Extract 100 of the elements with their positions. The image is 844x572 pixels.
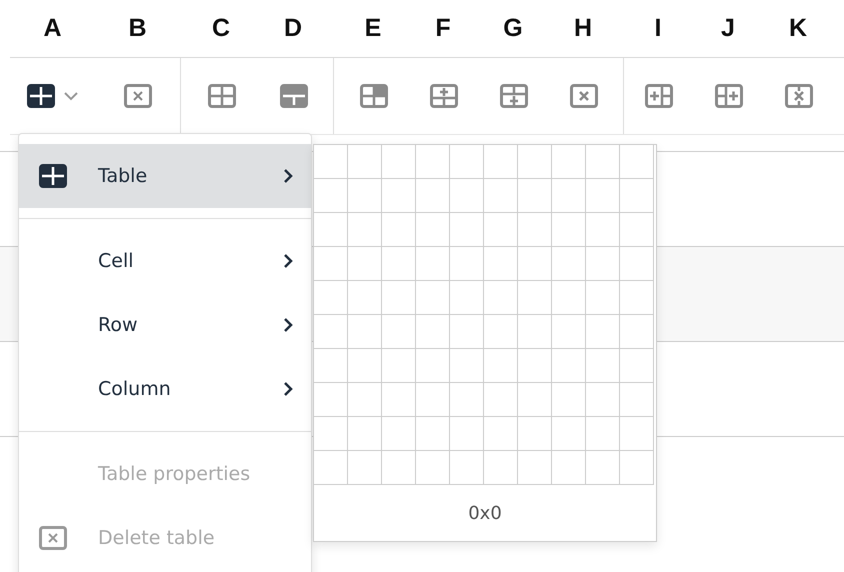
table-size-picker[interactable]: 0x0 (313, 144, 657, 542)
grid-cell[interactable] (552, 281, 586, 315)
grid-cell[interactable] (518, 315, 552, 349)
grid-cell[interactable] (416, 349, 450, 383)
grid-cell[interactable] (348, 383, 382, 417)
grid-cell[interactable] (586, 451, 620, 485)
grid-cell[interactable] (552, 247, 586, 281)
grid-cell[interactable] (620, 213, 654, 247)
grid-cell[interactable] (552, 417, 586, 451)
grid-cell[interactable] (586, 213, 620, 247)
grid-cell[interactable] (484, 383, 518, 417)
grid-cell[interactable] (416, 451, 450, 485)
grid-cell[interactable] (314, 247, 348, 281)
grid-cell[interactable] (314, 451, 348, 485)
grid-cell[interactable] (314, 349, 348, 383)
grid-cell[interactable] (382, 451, 416, 485)
grid-cell[interactable] (348, 281, 382, 315)
grid-cell[interactable] (450, 451, 484, 485)
grid-cell[interactable] (382, 179, 416, 213)
grid-cell[interactable] (484, 349, 518, 383)
grid-cell[interactable] (620, 349, 654, 383)
grid-cell[interactable] (620, 451, 654, 485)
grid-cell[interactable] (450, 315, 484, 349)
grid-cell[interactable] (552, 213, 586, 247)
grid-cell[interactable] (416, 247, 450, 281)
grid-cell[interactable] (586, 417, 620, 451)
grid-cell[interactable] (416, 145, 450, 179)
grid-cell[interactable] (620, 383, 654, 417)
grid-cell[interactable] (416, 315, 450, 349)
grid-cell[interactable] (314, 145, 348, 179)
grid-cell[interactable] (416, 179, 450, 213)
grid-cell[interactable] (450, 213, 484, 247)
grid-cell[interactable] (552, 383, 586, 417)
menu-item[interactable]: Row (19, 293, 311, 357)
grid-cell[interactable] (620, 281, 654, 315)
grid-cell[interactable] (518, 451, 552, 485)
grid-cell[interactable] (450, 247, 484, 281)
grid-cell[interactable] (518, 247, 552, 281)
grid-cell[interactable] (484, 247, 518, 281)
grid-cell[interactable] (382, 315, 416, 349)
grid-cell[interactable] (382, 145, 416, 179)
grid-cell[interactable] (348, 349, 382, 383)
grid-cell[interactable] (484, 315, 518, 349)
grid-cell[interactable] (450, 383, 484, 417)
grid-cell[interactable] (314, 417, 348, 451)
grid-cell[interactable] (484, 451, 518, 485)
grid-cell[interactable] (484, 213, 518, 247)
menu-item[interactable]: Table (19, 144, 311, 208)
grid-cell[interactable] (586, 349, 620, 383)
grid-cell[interactable] (382, 281, 416, 315)
grid-cell[interactable] (620, 179, 654, 213)
grid-cell[interactable] (382, 383, 416, 417)
grid-cell[interactable] (552, 145, 586, 179)
grid-cell[interactable] (450, 281, 484, 315)
grid-cell[interactable] (382, 417, 416, 451)
grid-cell[interactable] (348, 315, 382, 349)
grid-cell[interactable] (382, 349, 416, 383)
grid-cell[interactable] (450, 145, 484, 179)
grid-cell[interactable] (450, 417, 484, 451)
grid-cell[interactable] (620, 247, 654, 281)
grid-cell[interactable] (314, 315, 348, 349)
grid-cell[interactable] (586, 383, 620, 417)
grid-cell[interactable] (484, 179, 518, 213)
grid-cell[interactable] (416, 213, 450, 247)
grid-cell[interactable] (416, 383, 450, 417)
grid-cell[interactable] (348, 213, 382, 247)
grid-cell[interactable] (518, 179, 552, 213)
grid-cell[interactable] (552, 179, 586, 213)
grid-cell[interactable] (484, 145, 518, 179)
grid-cell[interactable] (314, 383, 348, 417)
grid-cell[interactable] (586, 247, 620, 281)
grid-cell[interactable] (586, 179, 620, 213)
grid-cell[interactable] (382, 213, 416, 247)
grid-cell[interactable] (348, 451, 382, 485)
grid-cell[interactable] (348, 145, 382, 179)
grid-cell[interactable] (620, 145, 654, 179)
grid-cell[interactable] (518, 145, 552, 179)
grid-cell[interactable] (586, 145, 620, 179)
grid-cell[interactable] (586, 281, 620, 315)
grid-cell[interactable] (518, 417, 552, 451)
grid-cell[interactable] (552, 315, 586, 349)
grid-cell[interactable] (518, 349, 552, 383)
grid-cell[interactable] (348, 417, 382, 451)
grid-cell[interactable] (620, 315, 654, 349)
grid-cell[interactable] (450, 349, 484, 383)
grid-cell[interactable] (416, 417, 450, 451)
grid-cell[interactable] (552, 349, 586, 383)
grid-cell[interactable] (382, 247, 416, 281)
grid-cell[interactable] (518, 383, 552, 417)
grid-cell[interactable] (620, 417, 654, 451)
grid-cell[interactable] (518, 213, 552, 247)
grid-cell[interactable] (518, 281, 552, 315)
menu-item[interactable]: Cell (19, 229, 311, 293)
menu-item[interactable]: Column (19, 357, 311, 421)
grid-cell[interactable] (348, 179, 382, 213)
grid-cell[interactable] (314, 179, 348, 213)
grid-cell[interactable] (552, 451, 586, 485)
grid-cell[interactable] (450, 179, 484, 213)
grid-cell[interactable] (586, 315, 620, 349)
grid-cell[interactable] (484, 417, 518, 451)
